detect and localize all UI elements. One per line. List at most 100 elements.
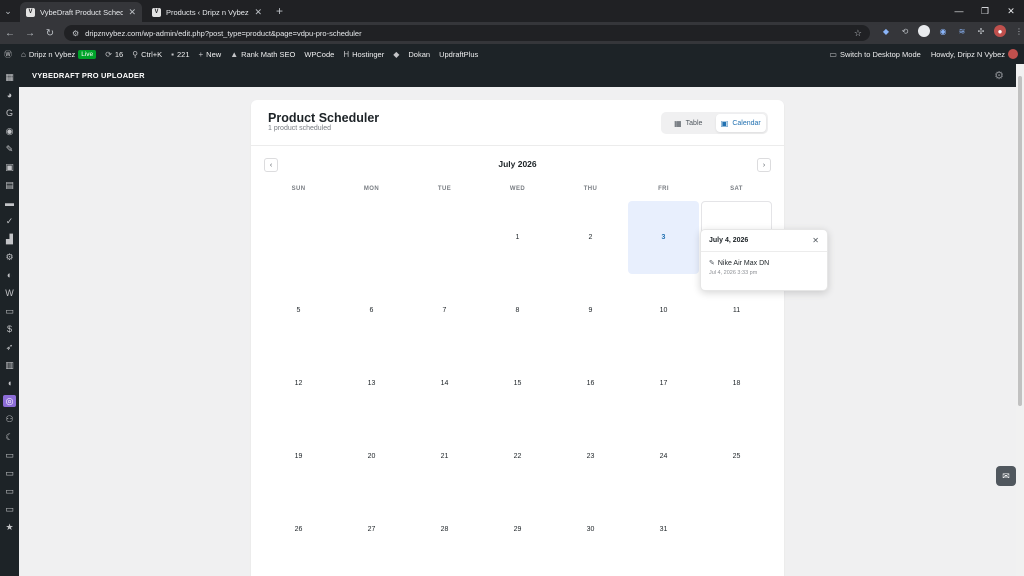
command-palette-link[interactable]: ⚲ Ctrl+K [132,50,162,59]
appearance-icon[interactable]: ◐ [3,269,16,281]
kebab-menu-icon[interactable]: ⋮ [1013,25,1024,37]
day-cell[interactable]: 12 [263,347,334,420]
hostinger-link[interactable]: H Hostinger [343,50,384,59]
account-menu[interactable]: Howdy, Dripz N Vybez [931,49,1018,59]
day-cell[interactable]: 29 [482,493,553,566]
day-cell[interactable]: 13 [336,347,407,420]
extension-icon[interactable]: ⟲ [899,25,911,37]
elementor-icon[interactable]: ◉ [3,125,16,137]
day-cell[interactable]: 28 [409,493,480,566]
day-cell[interactable]: 9 [555,274,626,347]
palette-icon[interactable]: ◕ [3,89,16,101]
desktop-mode-link[interactable]: ▭ Switch to Desktop Mode [829,50,920,59]
plugin-icon[interactable]: ▭ [3,503,16,515]
tab-scheduler[interactable]: V VybeDraft Product Scheduler ‹ D ✕ [20,2,142,22]
pin-icon[interactable]: ✎ [3,143,16,155]
minimize-icon[interactable]: — [946,0,972,22]
day-cell[interactable]: 30 [555,493,626,566]
comments-link[interactable]: ▪ 221 [171,50,189,59]
product-name[interactable]: Nike Air Max DN [718,260,769,267]
day-cell[interactable]: 31 [628,493,699,566]
forward-icon[interactable]: → [20,28,40,39]
day-cell[interactable]: 6 [336,274,407,347]
new-content-link[interactable]: + New [199,50,222,59]
day-cell[interactable]: 14 [409,347,480,420]
plugin-icon[interactable]: ▭ [3,449,16,461]
day-cell[interactable]: 8 [482,274,553,347]
stats-icon[interactable]: ▥ [3,359,16,371]
profile-avatar[interactable]: ● [994,25,1006,37]
products-icon[interactable]: ▭ [3,305,16,317]
gear-icon[interactable]: ⚙ [994,69,1004,82]
media-icon[interactable]: ▣ [3,161,16,173]
close-icon[interactable]: ✕ [812,236,819,245]
day-cell[interactable]: 2 [555,201,626,274]
tab-search-icon[interactable]: ⌄ [0,0,16,22]
day-cell[interactable]: 17 [628,347,699,420]
dashboard-icon[interactable]: ▦ [3,71,16,83]
page-scrollbar[interactable] [1016,64,1024,576]
day-cell[interactable]: 26 [263,493,334,566]
updraft-link[interactable]: UpdraftPlus [439,50,478,59]
day-cell[interactable]: 22 [482,420,553,493]
day-cell[interactable]: 16 [555,347,626,420]
day-cell[interactable]: 23 [555,420,626,493]
url-text[interactable]: dripznvybez.com/wp-admin/edit.php?post_t… [85,29,848,38]
scheduled-product-item[interactable]: ✎ Nike Air Max DN Jul 4, 2026 3:33 pm [701,252,827,277]
comments-icon[interactable]: ▬ [3,197,16,209]
vybedraft-icon[interactable]: ◎ [3,395,16,407]
extension-icon[interactable]: ≋ [956,25,968,37]
day-cell-today[interactable]: 3 [628,201,699,274]
day-cell[interactable]: 20 [336,420,407,493]
bookmark-star-icon[interactable]: ☆ [854,28,862,39]
star-icon[interactable]: ★ [3,521,16,533]
check-icon[interactable]: ✓ [3,215,16,227]
diamond-link[interactable]: ◆ [393,50,399,59]
tab-products[interactable]: V Products ‹ Dripz n Vybez — Wo ✕ [146,2,268,22]
new-tab-icon[interactable]: + [276,4,283,18]
dokan-link[interactable]: Dokan [408,50,430,59]
updates-link[interactable]: ⟳ 16 [105,50,123,59]
day-cell[interactable]: 24 [628,420,699,493]
day-cell[interactable]: 10 [628,274,699,347]
google-icon[interactable]: G [3,107,16,119]
site-name-link[interactable]: ⌂ Dripz n Vybez Live [21,49,97,59]
extension-icon[interactable] [918,25,930,37]
day-cell[interactable]: 19 [263,420,334,493]
plugin-icon[interactable]: ▭ [3,485,16,497]
close-window-icon[interactable]: ✕ [998,0,1024,22]
day-cell[interactable]: 27 [336,493,407,566]
tab-close-icon[interactable]: ✕ [128,7,136,18]
edit-icon[interactable]: ✎ [709,259,715,267]
chat-widget-icon[interactable]: ✉ [996,466,1016,486]
back-icon[interactable]: ← [0,28,20,39]
day-cell[interactable]: 21 [409,420,480,493]
moon-icon[interactable]: ☾ [3,431,16,443]
next-month-button[interactable]: › [757,158,771,172]
extension-icon[interactable]: ◉ [937,25,949,37]
rankmath-link[interactable]: ▲ Rank Math SEO [230,50,295,59]
wordpress-logo-icon[interactable]: Ⓦ [4,49,12,60]
calendar-view-button[interactable]: ▣ Calendar [715,114,766,132]
table-view-button[interactable]: ▦ Table [663,114,714,132]
day-cell[interactable]: 7 [409,274,480,347]
marketing-icon[interactable]: ➶ [3,341,16,353]
megaphone-icon[interactable]: ◖ [3,377,16,389]
tab-close-icon[interactable]: ✕ [254,7,262,18]
payments-icon[interactable]: $ [3,323,16,335]
settings-icon[interactable]: ⚙ [3,251,16,263]
day-cell[interactable]: 15 [482,347,553,420]
reload-icon[interactable]: ↻ [40,28,60,39]
puzzle-icon[interactable]: ✣ [975,25,987,37]
site-info-icon[interactable]: ⚙ [72,29,79,38]
plugins-icon[interactable]: ⚇ [3,413,16,425]
analytics-icon[interactable]: ▟ [3,233,16,245]
day-cell[interactable]: 25 [701,420,772,493]
restore-icon[interactable]: ❐ [972,0,998,22]
scrollbar-thumb[interactable] [1018,76,1022,406]
pages-icon[interactable]: ▤ [3,179,16,191]
day-cell[interactable]: 18 [701,347,772,420]
woo-icon[interactable]: W [3,287,16,299]
plugin-icon[interactable]: ▭ [3,467,16,479]
wpcode-link[interactable]: WPCode [304,50,334,59]
